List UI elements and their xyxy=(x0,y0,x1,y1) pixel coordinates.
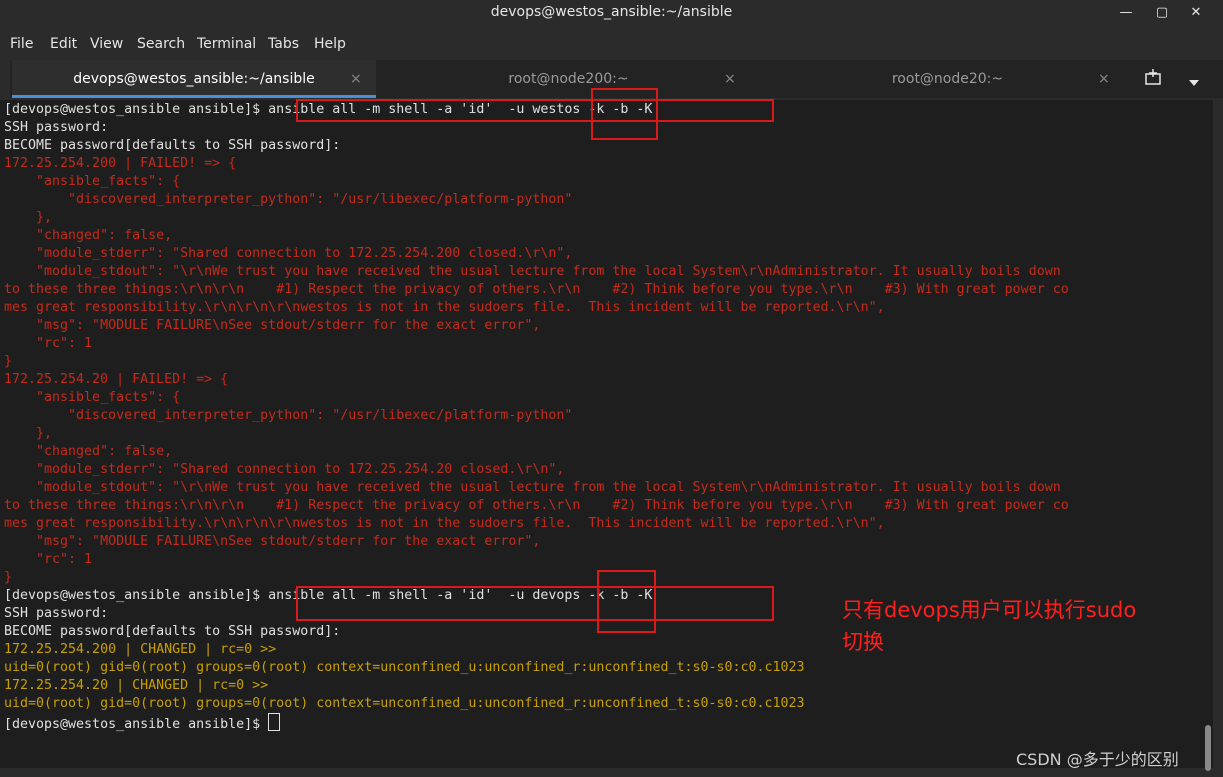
close-window-button[interactable]: ✕ xyxy=(1186,3,1206,23)
terminal-line: 172.25.254.200 | FAILED! => { xyxy=(4,156,237,171)
terminal-line: "module_stderr": "Shared connection to 1… xyxy=(4,246,573,261)
annotation-text-line2: 切换 xyxy=(842,630,884,654)
terminal-line: "rc": 1 xyxy=(4,552,93,567)
terminal-line: uid=0(root) gid=0(root) groups=0(root) c… xyxy=(4,660,805,675)
terminal-line: SSH password: xyxy=(4,606,109,621)
terminal-line: }, xyxy=(4,426,53,441)
terminal-line: BECOME password[defaults to SSH password… xyxy=(4,138,341,153)
terminal-line: "ansible_facts": { xyxy=(4,390,181,405)
terminal-line: uid=0(root) gid=0(root) groups=0(root) c… xyxy=(4,696,805,711)
watermark: CSDN @多于少的区别 xyxy=(1016,750,1179,769)
terminal-line: "changed": false, xyxy=(4,444,173,459)
terminal-line: "module_stderr": "Shared connection to 1… xyxy=(4,462,565,477)
menu-bar: File Edit View Search Terminal Tabs Help xyxy=(0,30,1223,60)
terminal-line: mes great responsibility.\r\n\r\n\r\nwes… xyxy=(4,300,885,315)
terminal-line: }, xyxy=(4,210,53,225)
chevron-down-glyph xyxy=(1189,80,1199,86)
menu-help[interactable]: Help xyxy=(314,36,346,52)
scrollbar-thumb[interactable] xyxy=(1205,725,1211,771)
terminal-output[interactable]: [devops@westos_ansible ansible]$ ansible… xyxy=(0,100,1213,768)
terminal-line: "ansible_facts": { xyxy=(4,174,181,189)
terminal-line: "changed": false, xyxy=(4,228,173,243)
highlight-user-westos xyxy=(591,88,658,140)
menu-search[interactable]: Search xyxy=(137,36,185,52)
tab-devops[interactable]: devops@westos_ansible:~/ansible × xyxy=(12,60,376,98)
terminal-line: BECOME password[defaults to SSH password… xyxy=(4,624,341,639)
menu-view[interactable]: View xyxy=(90,36,123,52)
prompt-text: [devops@westos_ansible ansible]$ xyxy=(4,717,269,732)
terminal-line: "msg": "MODULE FAILURE\nSee stdout/stder… xyxy=(4,534,541,549)
terminal-line: } xyxy=(4,354,13,369)
terminal-line: mes great responsibility.\r\n\r\n\r\nwes… xyxy=(4,516,885,531)
annotation-text-line1: 只有devops用户可以执行sudo xyxy=(842,598,1137,622)
terminal-line: "rc": 1 xyxy=(4,336,93,351)
terminal-line: } xyxy=(4,570,13,585)
terminal-line: SSH password: xyxy=(4,120,109,135)
terminal-line: "msg": "MODULE FAILURE\nSee stdout/stder… xyxy=(4,318,541,333)
menu-edit[interactable]: Edit xyxy=(50,36,77,52)
new-tab-icon-glyph xyxy=(1145,69,1161,85)
maximize-button[interactable]: ▢ xyxy=(1152,3,1172,23)
terminal-line: "module_stdout": "\r\nWe trust you have … xyxy=(4,480,1061,495)
highlight-user-devops xyxy=(597,570,656,633)
menu-file[interactable]: File xyxy=(10,36,33,52)
terminal-line: "module_stdout": "\r\nWe trust you have … xyxy=(4,264,1061,279)
terminal-line: "discovered_interpreter_python": "/usr/l… xyxy=(4,408,573,423)
tab-close-button[interactable]: × xyxy=(350,60,362,98)
terminal-prompt[interactable]: [devops@westos_ansible ansible]$ xyxy=(4,713,281,732)
terminal-line: 172.25.254.20 | CHANGED | rc=0 >> xyxy=(4,678,269,693)
menu-tabs[interactable]: Tabs xyxy=(268,36,299,52)
tab-label: root@node200:~ xyxy=(508,71,629,87)
terminal-cursor xyxy=(268,713,281,731)
tab-node200[interactable]: root@node200:~ × xyxy=(386,60,751,98)
terminal-line: to these three things:\r\n\r\n #1) Respe… xyxy=(4,282,1069,297)
highlight-command-devops xyxy=(296,586,774,621)
terminal-line: to these three things:\r\n\r\n #1) Respe… xyxy=(4,498,1069,513)
window-title: devops@westos_ansible:~/ansible xyxy=(490,4,733,20)
tab-label: root@node20:~ xyxy=(891,71,1004,87)
menu-terminal[interactable]: Terminal xyxy=(197,36,256,52)
tab-label: devops@westos_ansible:~/ansible xyxy=(73,71,315,87)
tab-close-button[interactable]: × xyxy=(1098,60,1110,98)
new-tab-icon[interactable] xyxy=(1144,68,1162,90)
chevron-down-icon[interactable] xyxy=(1188,72,1200,91)
highlight-command-westos xyxy=(296,99,774,122)
window-titlebar: devops@westos_ansible:~/ansible — ▢ ✕ xyxy=(0,0,1223,26)
tab-close-button[interactable]: × xyxy=(724,60,736,98)
terminal-line: "discovered_interpreter_python": "/usr/l… xyxy=(4,192,573,207)
terminal-line: 172.25.254.20 | FAILED! => { xyxy=(4,372,229,387)
terminal-line: 172.25.254.200 | CHANGED | rc=0 >> xyxy=(4,642,277,657)
minimize-button[interactable]: — xyxy=(1116,3,1136,23)
tab-node20[interactable]: root@node20:~ × xyxy=(765,60,1130,98)
